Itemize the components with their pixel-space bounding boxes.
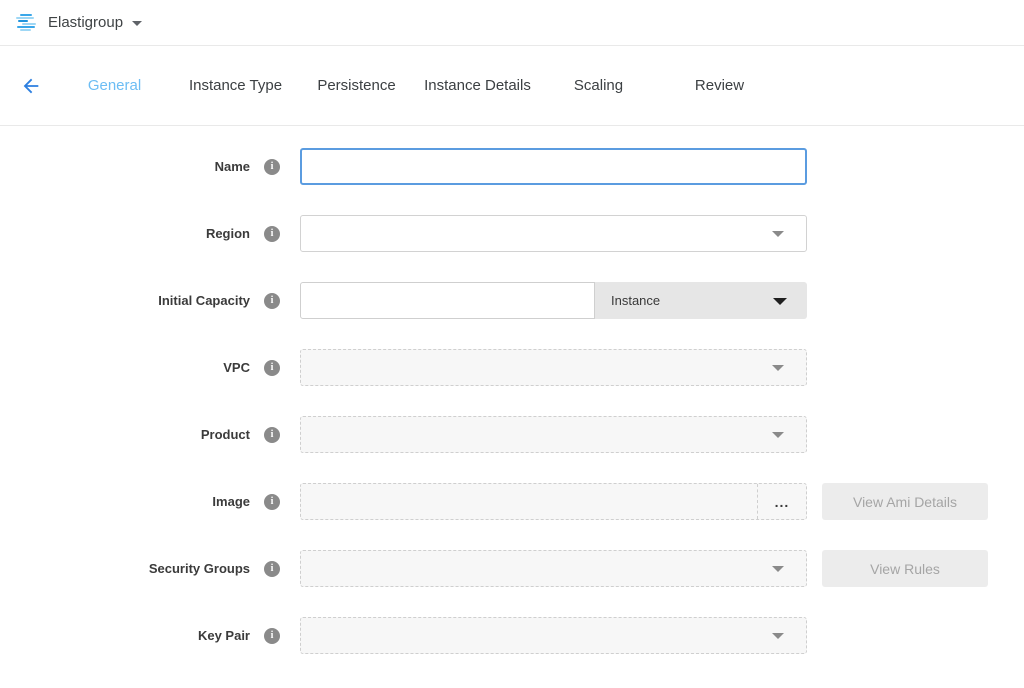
region-select[interactable] [300, 215, 807, 252]
wizard-tabs: General Instance Type Persistence Instan… [54, 77, 780, 94]
general-form: Name Region Initial Capacity Instance [0, 126, 1024, 654]
back-arrow-icon [20, 75, 42, 97]
field-row-region: Region [0, 215, 1024, 252]
elastigroup-logo-icon [16, 14, 36, 31]
image-browse-button: ... [757, 484, 806, 519]
vpc-label: VPC [0, 360, 250, 375]
info-icon[interactable] [264, 628, 280, 644]
name-input[interactable] [300, 148, 807, 185]
dropdown-caret-icon [772, 231, 784, 237]
view-rules-button: View Rules [822, 550, 988, 587]
name-label: Name [0, 159, 250, 174]
dropdown-caret-icon [772, 365, 784, 371]
tab-persistence[interactable]: Persistence [296, 77, 417, 94]
tab-general[interactable]: General [54, 77, 175, 94]
key-pair-select [300, 617, 807, 654]
field-row-key-pair: Key Pair [0, 617, 1024, 654]
product-select [300, 416, 807, 453]
info-icon[interactable] [264, 561, 280, 577]
region-label: Region [0, 226, 250, 241]
tab-review[interactable]: Review [659, 77, 780, 94]
info-icon[interactable] [264, 494, 280, 510]
vpc-select [300, 349, 807, 386]
dropdown-caret-icon [773, 298, 787, 305]
image-input: ... [300, 483, 807, 520]
dropdown-caret-icon [772, 566, 784, 572]
tab-instance-type[interactable]: Instance Type [175, 77, 296, 94]
wizard-tab-bar: General Instance Type Persistence Instan… [0, 46, 1024, 126]
info-icon[interactable] [264, 360, 280, 376]
security-groups-label: Security Groups [0, 561, 250, 576]
elastigroup-product-menu[interactable]: Elastigroup [16, 14, 142, 31]
initial-capacity-label: Initial Capacity [0, 293, 250, 308]
field-row-name: Name [0, 148, 1024, 185]
info-icon[interactable] [264, 293, 280, 309]
dropdown-caret-icon [772, 633, 784, 639]
app-title: Elastigroup [48, 14, 123, 31]
security-groups-select [300, 550, 807, 587]
field-row-image: Image ... View Ami Details [0, 483, 1024, 520]
info-icon[interactable] [264, 159, 280, 175]
chevron-down-icon[interactable] [132, 21, 142, 26]
image-label: Image [0, 494, 250, 509]
field-row-vpc: VPC [0, 349, 1024, 386]
field-row-initial-capacity: Initial Capacity Instance [0, 282, 1024, 319]
capacity-unit-select[interactable]: Instance [595, 282, 807, 319]
view-ami-details-button: View Ami Details [822, 483, 988, 520]
capacity-unit-value: Instance [611, 293, 660, 308]
tab-instance-details[interactable]: Instance Details [417, 77, 538, 94]
field-row-security-groups: Security Groups View Rules [0, 550, 1024, 587]
dropdown-caret-icon [772, 432, 784, 438]
field-row-product: Product [0, 416, 1024, 453]
info-icon[interactable] [264, 427, 280, 443]
back-button[interactable] [20, 75, 42, 97]
key-pair-label: Key Pair [0, 628, 250, 643]
top-bar: Elastigroup [0, 0, 1024, 46]
initial-capacity-input[interactable] [300, 282, 595, 319]
product-label: Product [0, 427, 250, 442]
info-icon[interactable] [264, 226, 280, 242]
tab-scaling[interactable]: Scaling [538, 77, 659, 94]
